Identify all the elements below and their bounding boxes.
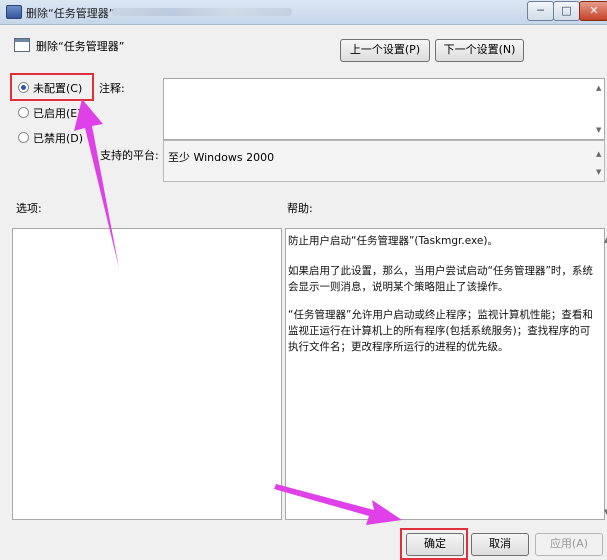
help-panel: 防止用户启动“任务管理器”(Taskmgr.exe)。 如果启用了此设置，那么，…	[285, 228, 605, 520]
title-blur-watermark	[112, 8, 292, 16]
radio-label: 已启用(E)	[33, 107, 82, 120]
scroll-up-icon[interactable]: ▲	[596, 84, 601, 92]
window-title: 删除“任务管理器”	[26, 7, 115, 20]
platform-field: 至少 Windows 2000	[163, 140, 605, 182]
setting-title: 删除“任务管理器”	[36, 40, 125, 53]
maximize-button[interactable]: □	[553, 1, 580, 21]
previous-setting-button[interactable]: 上一个设置(P)	[340, 39, 430, 62]
comment-textarea[interactable]	[163, 78, 605, 140]
help-paragraph: 防止用户启动“任务管理器”(Taskmgr.exe)。	[288, 235, 498, 247]
minimize-button[interactable]: ─	[527, 1, 554, 21]
radio-button-icon[interactable]	[18, 107, 29, 118]
policy-app-icon	[6, 5, 22, 19]
scroll-down-icon[interactable]: ▼	[596, 168, 601, 176]
platform-value: 至少 Windows 2000	[168, 151, 275, 164]
next-setting-button[interactable]: 下一个设置(N)	[435, 39, 524, 62]
apply-button[interactable]: 应用(A)	[535, 533, 603, 556]
ok-button-highlight	[400, 528, 468, 560]
setting-icon	[14, 38, 30, 52]
options-panel	[12, 228, 282, 520]
scroll-up-icon[interactable]: ▲	[596, 150, 601, 158]
help-label: 帮助:	[287, 202, 313, 215]
options-label: 选项:	[16, 202, 42, 215]
not-configured-highlight	[10, 73, 94, 101]
help-paragraph: “任务管理器”允许用户启动或终止程序；监视计算机性能；查看和监视正运行在计算机上…	[288, 309, 593, 353]
radio-label: 已禁用(D)	[33, 132, 84, 145]
title-bar: 删除“任务管理器” ─ □ ✕	[0, 0, 607, 25]
cancel-button[interactable]: 取消	[471, 533, 529, 556]
help-paragraph: 如果启用了此设置，那么，当用户尝试启动“任务管理器”时，系统会显示一则消息，说明…	[288, 265, 593, 293]
radio-button-icon[interactable]	[18, 132, 29, 143]
platform-label: 支持的平台:	[100, 149, 159, 162]
close-button[interactable]: ✕	[579, 1, 607, 21]
scroll-down-icon[interactable]: ▼	[596, 126, 601, 134]
comment-label: 注释:	[99, 82, 125, 95]
